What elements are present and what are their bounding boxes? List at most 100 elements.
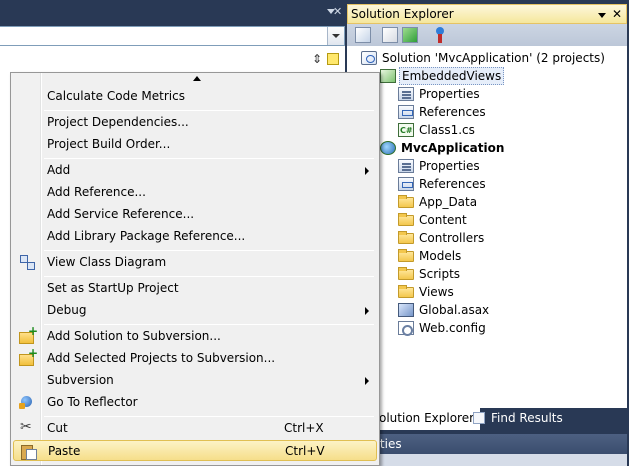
csharp-file-icon [398,122,414,140]
tree-item-label: MvcApplication [401,141,505,155]
folder-icon [398,249,414,262]
class-diagram-icon [19,254,35,270]
menu-item-go-to-reflector[interactable]: Go To Reflector [13,392,377,413]
tree-item-label: Scripts [419,267,461,281]
tab-solution-explorer[interactable]: olution Explorer [375,408,481,430]
menu-item-debug[interactable]: Debug [13,300,377,321]
menu-item-label: Add Service Reference... [47,207,195,221]
asax-file-icon [398,303,414,317]
tree-item-label: App_Data [419,195,478,209]
solution-explorer-title: Solution Explorer [351,7,454,21]
menu-item-label: View Class Diagram [47,255,167,269]
menu-item-label: Add Library Package Reference... [47,229,246,243]
cut-icon [19,419,35,436]
refresh-icon[interactable] [402,27,418,43]
menu-item-add-library-package-reference[interactable]: Add Library Package Reference... [13,226,377,247]
folder-icon [398,285,414,298]
tree-item-label: Web.config [419,321,486,335]
menu-item-label: Project Build Order... [47,137,171,151]
tree-item-label: Global.asax [419,303,490,317]
tree-item-label: Properties [419,87,480,101]
show-all-files-icon[interactable] [382,27,398,43]
menu-item-label: Set as StartUp Project [47,281,179,295]
menu-item-label: Go To Reflector [47,395,138,409]
member-dropdown[interactable] [0,26,345,46]
tree-item-label: Models [419,249,462,263]
references-icon [398,105,414,119]
submenu-arrow-icon [365,307,369,315]
menu-separator [44,416,374,417]
panel-tab-bar: olution Explorer Find Results [347,408,627,430]
menu-item-view-class-diagram[interactable]: View Class Diagram [13,252,377,273]
tree-item-label: Solution 'MvcApplication' (2 projects) [382,51,605,65]
menu-item-shortcut: Ctrl+V [285,444,325,458]
menu-item-calculate-code-metrics[interactable]: Calculate Code Metrics [13,86,377,107]
tab-find-results[interactable]: Find Results [469,408,563,430]
editor-tab-strip: ✕ [0,0,345,26]
solution-icon [361,51,377,65]
folder-icon [398,195,414,208]
context-menu: Calculate Code Metrics Project Dependenci… [10,72,380,466]
tree-item-label: EmbeddedViews [399,67,505,85]
menu-item-label: Paste [48,444,81,458]
tree-item-label: References [419,177,486,191]
split-window-icon[interactable]: ⇕ [310,51,324,67]
csharp-project-icon [380,69,396,83]
menu-item-label: Add Selected Projects to Subversion... [47,351,276,365]
tree-item-label: Views [419,285,454,299]
paste-icon [20,443,37,460]
add-subversion-icon [19,346,38,366]
find-results-icon [473,412,485,424]
tree-item-label: Controllers [419,231,485,245]
menu-item-label: Add Solution to Subversion... [47,329,221,343]
menu-separator [44,276,374,277]
chevron-down-icon [332,34,340,38]
menu-item-add-solution-to-subversion[interactable]: Add Solution to Subversion... [13,324,377,347]
menu-item-add-service-reference[interactable]: Add Service Reference... [13,204,377,225]
menu-item-shortcut: Ctrl+X [284,421,324,435]
class-view-icon[interactable] [432,27,448,43]
web-project-icon [380,141,396,155]
dropdown-button[interactable] [327,27,344,45]
window-position-icon[interactable] [598,13,606,18]
config-file-icon [398,321,414,336]
menu-item-add-reference[interactable]: Add Reference... [13,182,377,203]
tree-item-label: Class1.cs [419,123,475,137]
menu-separator [44,110,374,111]
menu-item-set-as-startup-project[interactable]: Set as StartUp Project [13,278,377,299]
submenu-arrow-icon [365,377,369,385]
tree-item-label: References [419,105,486,119]
menu-item-project-dependencies[interactable]: Project Dependencies... [13,112,377,133]
close-icon[interactable]: ✕ [612,7,622,21]
folder-icon [398,231,414,244]
properties-panel-header[interactable]: rties [347,434,627,454]
menu-item-project-build-order[interactable]: Project Build Order... [13,134,377,155]
scroll-up-icon[interactable] [193,76,201,81]
menu-item-label: Add [47,163,71,177]
menu-separator [44,324,374,325]
menu-item-label: Subversion [47,373,114,387]
solution-explorer-title-bar[interactable]: Solution Explorer ✕ [347,4,627,24]
menu-item-paste[interactable]: Paste Ctrl+V [13,440,377,461]
menu-item-add-selected-projects-to-subversion[interactable]: Add Selected Projects to Subversion... [13,346,377,369]
menu-item-add[interactable]: Add [13,160,377,181]
references-icon [398,177,414,191]
menu-separator [44,158,374,159]
menu-item-label: Add Reference... [47,185,146,199]
menu-item-label: Cut [47,421,68,435]
tree-item-label: Content [419,213,467,227]
menu-item-cut[interactable]: Cut Ctrl+X [13,418,377,439]
properties-icon [398,159,414,173]
navigation-bar-icon[interactable] [327,53,339,65]
solution-explorer-toolbar [347,24,627,46]
close-icon[interactable]: ✕ [333,6,343,18]
menu-separator [44,250,374,251]
folder-icon [398,213,414,226]
menu-item-label: Debug [47,303,87,317]
properties-button-icon[interactable] [355,27,371,43]
properties-panel [347,454,627,466]
menu-item-subversion[interactable]: Subversion [13,370,377,391]
tab-label: Find Results [491,411,563,425]
reflector-icon [19,394,35,410]
tree-item-label: Properties [419,159,480,173]
